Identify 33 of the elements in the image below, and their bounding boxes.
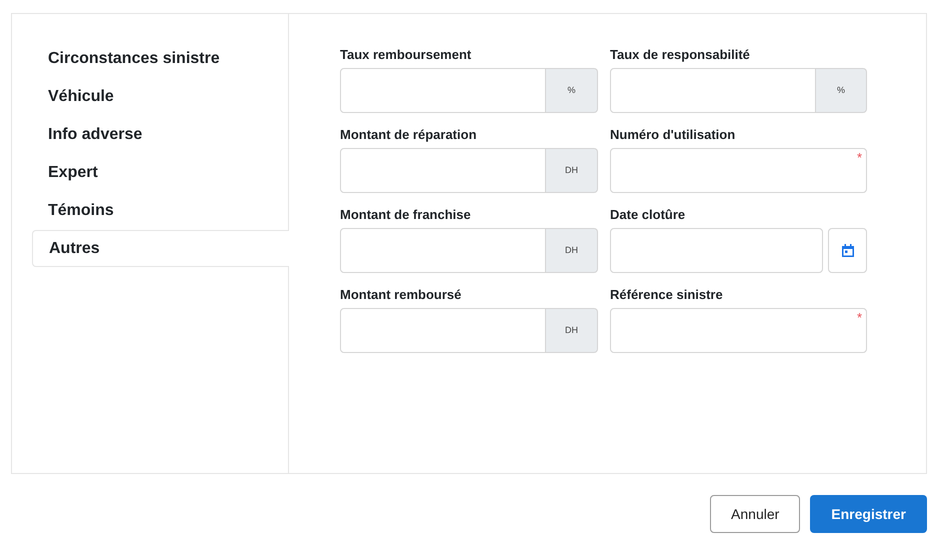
calendar-icon bbox=[842, 244, 854, 257]
sidebar-tab[interactable]: Expert bbox=[32, 154, 288, 192]
input-field[interactable] bbox=[340, 148, 546, 193]
unit-addon: % bbox=[816, 68, 867, 113]
calendar-button[interactable] bbox=[828, 228, 867, 273]
required-mark: * bbox=[856, 151, 862, 164]
sidebar-tab[interactable]: Témoins bbox=[32, 192, 288, 230]
cancel-button[interactable]: Annuler bbox=[710, 495, 800, 533]
input-field[interactable] bbox=[610, 308, 867, 353]
input-field[interactable] bbox=[610, 148, 867, 193]
sidebar-tab[interactable]: Véhicule bbox=[32, 78, 288, 116]
field-label: Taux de responsabilité bbox=[610, 47, 751, 63]
unit-addon: DH bbox=[546, 148, 598, 193]
input-field[interactable] bbox=[610, 68, 816, 113]
input-field[interactable] bbox=[340, 68, 546, 113]
field-label: Montant de franchise bbox=[340, 207, 472, 223]
unit-addon: DH bbox=[546, 228, 598, 273]
sidebar-tab[interactable]: Info adverse bbox=[32, 116, 288, 154]
field-label: Montant de réparation bbox=[340, 127, 478, 143]
sidebar-tab[interactable]: Circonstances sinistre bbox=[32, 40, 288, 78]
field-label: Date clotûre bbox=[610, 207, 686, 223]
sidebar-tab[interactable]: Autres bbox=[32, 230, 289, 267]
input-field[interactable] bbox=[340, 228, 546, 273]
save-button[interactable]: Enregistrer bbox=[810, 495, 927, 533]
field-label: Référence sinistre bbox=[610, 287, 724, 303]
input-field[interactable] bbox=[340, 308, 546, 353]
required-mark: * bbox=[856, 311, 862, 324]
field-label: Taux remboursement bbox=[340, 47, 472, 63]
field-label: Numéro d'utilisation bbox=[610, 127, 736, 143]
unit-addon: % bbox=[546, 68, 598, 113]
field-label: Montant remboursé bbox=[340, 287, 462, 303]
unit-addon: DH bbox=[546, 308, 598, 353]
date-field[interactable] bbox=[610, 228, 823, 273]
